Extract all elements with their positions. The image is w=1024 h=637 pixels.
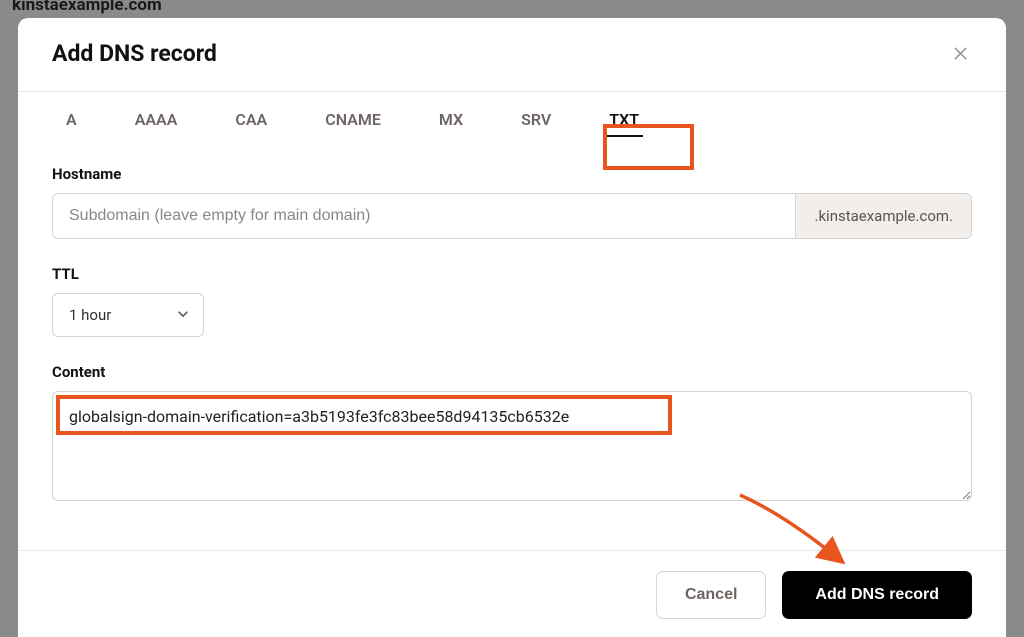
field-content: Content	[52, 363, 972, 505]
tab-txt[interactable]: TXT	[609, 110, 639, 133]
field-ttl: TTL 1 hour	[52, 265, 972, 337]
tab-cname[interactable]: CNAME	[325, 110, 381, 133]
record-type-tabs: A AAAA CAA CNAME MX SRV TXT	[18, 92, 1006, 149]
tab-srv[interactable]: SRV	[521, 110, 551, 133]
modal-body: Hostname .kinstaexample.com. TTL 1 hour …	[18, 149, 1006, 541]
field-hostname: Hostname .kinstaexample.com.	[52, 165, 972, 239]
tab-aaaa[interactable]: AAAA	[135, 110, 178, 133]
submit-button[interactable]: Add DNS record	[782, 571, 972, 619]
hostname-label: Hostname	[52, 165, 972, 183]
tab-mx[interactable]: MX	[439, 110, 463, 133]
hostname-input-row: .kinstaexample.com.	[52, 193, 972, 239]
ttl-label: TTL	[52, 265, 972, 283]
hostname-suffix: .kinstaexample.com.	[795, 193, 972, 239]
close-icon	[953, 46, 968, 61]
hostname-input[interactable]	[52, 193, 795, 239]
content-textarea-wrap	[52, 391, 972, 505]
modal-title: Add DNS record	[52, 40, 217, 67]
tab-a[interactable]: A	[66, 110, 77, 133]
close-button[interactable]	[948, 42, 972, 66]
tab-caa[interactable]: CAA	[235, 110, 267, 133]
content-textarea[interactable]	[52, 391, 972, 501]
backdrop-domain-text: kinstaexample.com	[12, 0, 162, 15]
ttl-select-wrap: 1 hour	[52, 293, 204, 337]
dns-record-modal: Add DNS record A AAAA CAA CNAME MX SRV T…	[18, 18, 1006, 637]
content-label: Content	[52, 363, 972, 381]
cancel-button[interactable]: Cancel	[656, 571, 766, 619]
ttl-select[interactable]: 1 hour	[52, 293, 204, 337]
modal-footer: Cancel Add DNS record	[18, 550, 1006, 637]
modal-header: Add DNS record	[18, 18, 1006, 91]
